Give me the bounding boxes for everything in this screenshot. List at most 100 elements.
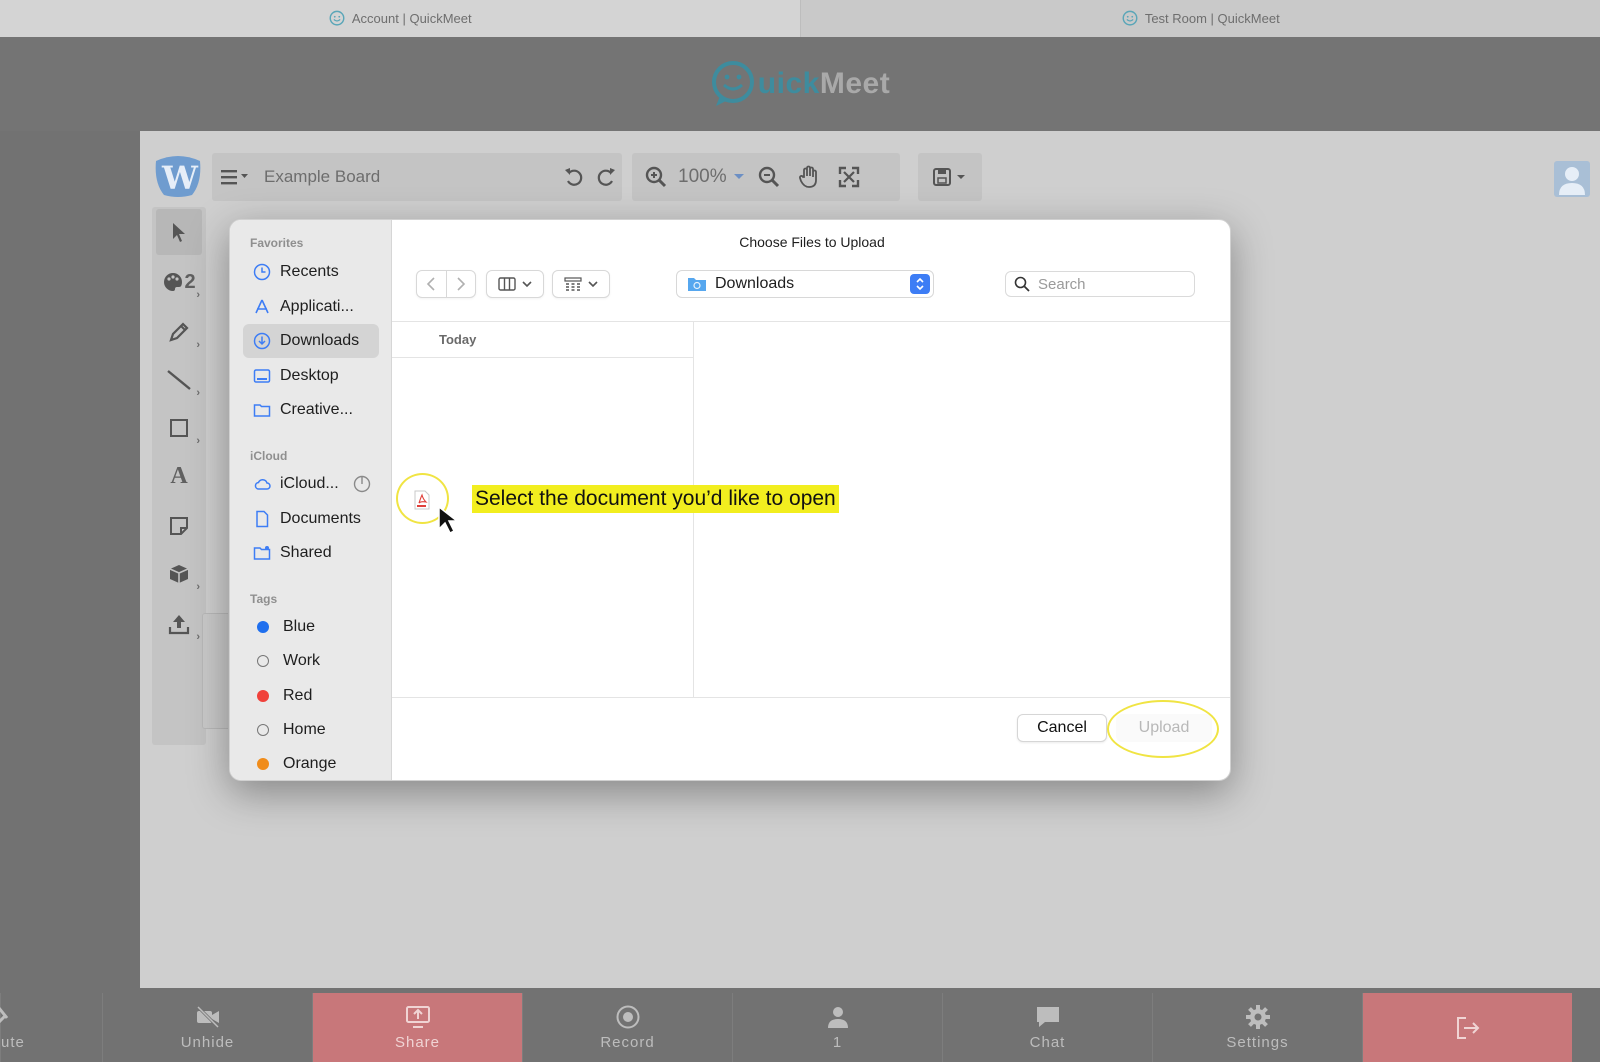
bottom-bar-label: Record xyxy=(600,1034,655,1051)
fit-screen-icon[interactable] xyxy=(833,161,865,193)
upload-tool[interactable]: › xyxy=(156,601,202,647)
sidebar-item-label: Work xyxy=(283,652,321,669)
sidebar-item-applications[interactable]: Applicati... xyxy=(243,290,379,324)
sidebar-item-label: Shared xyxy=(280,544,332,561)
undo-icon[interactable] xyxy=(558,161,590,193)
select-tool[interactable] xyxy=(156,209,202,255)
left-strip xyxy=(0,131,140,993)
text-tool-glyph: A xyxy=(170,462,188,489)
view-mode-selector[interactable] xyxy=(486,270,544,298)
line-icon xyxy=(167,370,191,390)
dialog-title: Choose Files to Upload xyxy=(739,234,885,250)
zoom-bar: 100% xyxy=(632,153,900,201)
sidebar-item-label: Recents xyxy=(280,263,339,280)
microphone-icon xyxy=(0,1007,9,1024)
sidebar-tag-orange[interactable]: Orange xyxy=(243,747,379,780)
zoom-out-icon[interactable] xyxy=(753,161,785,193)
pen-tool[interactable]: › xyxy=(156,309,202,355)
sidebar-item-downloads[interactable]: Downloads xyxy=(243,324,379,358)
sidebar-tag-red[interactable]: Red xyxy=(243,679,379,713)
quickmeet-logo: uick Meet xyxy=(710,60,890,108)
browser-tab-strip: Account | QuickMeet Test Room | QuickMee… xyxy=(0,0,1600,37)
zoom-in-icon[interactable] xyxy=(640,161,672,193)
palette-tool[interactable]: 2 › xyxy=(156,259,202,305)
applications-icon xyxy=(255,299,269,314)
column-header-today: Today xyxy=(392,322,694,358)
sidebar-item-documents[interactable]: Documents xyxy=(243,502,379,536)
board-title[interactable]: Example Board xyxy=(256,167,380,187)
leave-button[interactable] xyxy=(1362,993,1572,1062)
location-popup[interactable]: Downloads xyxy=(676,270,934,298)
browser-tab-account[interactable]: Account | QuickMeet xyxy=(0,0,801,37)
highlight-ring-upload xyxy=(1107,700,1219,758)
cursor-arrow-icon xyxy=(173,223,185,242)
mute-button[interactable]: ute xyxy=(0,993,102,1062)
sidebar-tag-blue[interactable]: Blue xyxy=(243,610,379,644)
downloads-folder-icon xyxy=(688,278,706,291)
sidebar-tag-home[interactable]: Home xyxy=(243,713,379,747)
meeting-controls-bar: ute Unhide Share Record 1 Chat Settings xyxy=(0,993,1600,1062)
logo-text-meet: Meet xyxy=(819,67,891,100)
search-field[interactable]: Search xyxy=(1005,271,1195,297)
tag-color-dot xyxy=(257,724,269,736)
exit-icon xyxy=(1456,1016,1479,1039)
sidebar-item-label: Creative... xyxy=(280,401,353,418)
upload-icon xyxy=(168,615,190,635)
save-icon[interactable] xyxy=(928,161,972,193)
palette-icon xyxy=(164,273,183,291)
browser-tab-label: Account | QuickMeet xyxy=(351,11,472,26)
line-tool[interactable]: › xyxy=(156,357,202,403)
download-circle-icon xyxy=(253,332,271,350)
tag-color-dot xyxy=(257,758,269,770)
location-stepper-icon[interactable] xyxy=(910,274,930,294)
video-off-icon xyxy=(196,1005,219,1029)
bottom-bar-label: Chat xyxy=(1029,1034,1066,1051)
chevron-right-icon: › xyxy=(196,435,200,447)
location-label: Downloads xyxy=(715,275,795,292)
gear-icon xyxy=(1245,1005,1270,1029)
sidebar-item-shared[interactable]: Shared xyxy=(243,536,379,570)
clock-icon xyxy=(253,263,271,281)
grid-group-icon[interactable] xyxy=(553,271,609,297)
pencil-icon xyxy=(169,322,189,342)
group-by-selector[interactable] xyxy=(552,270,610,298)
settings-button[interactable]: Settings xyxy=(1152,993,1362,1062)
user-avatar[interactable] xyxy=(1554,161,1590,197)
sidebar-item-label: Blue xyxy=(283,618,316,635)
zoom-level[interactable]: 100% xyxy=(672,166,733,188)
folder-icon xyxy=(253,404,271,417)
rectangle-icon xyxy=(170,419,188,437)
rectangle-tool[interactable]: › xyxy=(156,405,202,451)
browser-tab-test-room[interactable]: Test Room | QuickMeet xyxy=(801,0,1600,37)
sidebar-item-label: Applicati... xyxy=(280,298,354,315)
person-icon xyxy=(827,1007,848,1028)
sidebar-item-icloud-drive[interactable]: iCloud... xyxy=(243,467,379,501)
back-chevron-icon[interactable] xyxy=(417,271,446,297)
text-tool[interactable]: A xyxy=(156,453,202,499)
forward-chevron-icon[interactable] xyxy=(447,271,476,297)
finder-sidebar: Favorites Recents Applicati... Downloads… xyxy=(230,220,392,780)
zoom-dropdown-icon[interactable] xyxy=(733,173,745,181)
share-button[interactable]: Share xyxy=(312,993,522,1062)
chat-bubble-icon xyxy=(1036,1007,1059,1027)
sidebar-item-creative[interactable]: Creative... xyxy=(243,393,379,427)
cancel-button[interactable]: Cancel xyxy=(1017,714,1107,742)
pan-hand-icon[interactable] xyxy=(793,161,825,193)
menu-icon[interactable] xyxy=(212,161,256,193)
chat-button[interactable]: Chat xyxy=(942,993,1152,1062)
sticky-note-tool[interactable] xyxy=(156,503,202,549)
sidebar-item-recents[interactable]: Recents xyxy=(243,255,379,289)
cube-icon xyxy=(169,565,189,583)
columns-view-icon[interactable] xyxy=(487,271,543,297)
file-browser: Today Select the document you’d like to … xyxy=(392,321,1230,698)
sidebar-tag-work[interactable]: Work xyxy=(243,644,379,678)
sidebar-item-desktop[interactable]: Desktop xyxy=(243,359,379,393)
unhide-button[interactable]: Unhide xyxy=(102,993,312,1062)
participants-button[interactable]: 1 xyxy=(732,993,942,1062)
app-header: uick Meet xyxy=(0,37,1600,131)
redo-icon[interactable] xyxy=(590,161,622,193)
shape-3d-tool[interactable]: › xyxy=(156,551,202,597)
record-button[interactable]: Record xyxy=(522,993,732,1062)
sidebar-item-label: iCloud... xyxy=(280,475,339,492)
mouse-pointer-icon xyxy=(438,505,460,535)
